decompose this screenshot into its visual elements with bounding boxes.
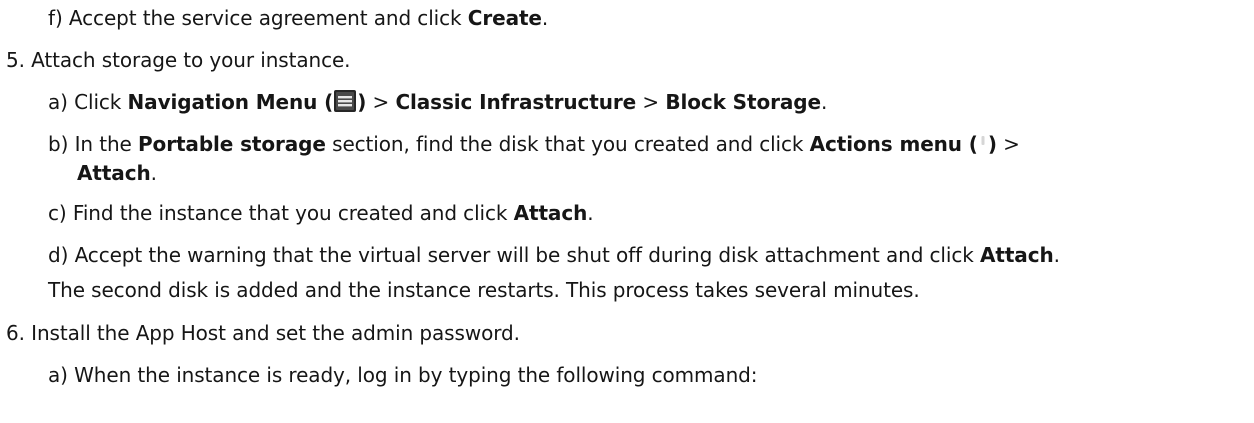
document-page: f) Accept the service agreement and clic… — [0, 0, 1254, 423]
step-text: section, find the disk that you created … — [325, 132, 810, 156]
ui-term-attach: Attach — [513, 201, 588, 225]
step-marker: a) — [48, 90, 68, 114]
step-5b: b) In the Portable storage section, find… — [48, 131, 1020, 157]
result-text: The second disk is added and the instanc… — [48, 278, 920, 302]
separator: > — [636, 90, 666, 114]
step-marker: 5. — [6, 48, 25, 72]
step-text: In the — [74, 132, 138, 156]
step-5-result: The second disk is added and the instanc… — [48, 277, 920, 303]
punctuation: . — [820, 90, 828, 114]
step-text: Click — [74, 90, 128, 114]
step-marker: 6. — [6, 321, 25, 345]
ui-term-actions-menu: Actions menu ( — [809, 132, 978, 156]
step-5c: c) Find the instance that you created an… — [48, 200, 594, 226]
step-text: Find the instance that you created and c… — [72, 201, 514, 225]
step-text: Accept the service agreement and click — [68, 6, 468, 30]
punctuation: . — [587, 201, 594, 225]
ui-term-portable-storage: Portable storage — [138, 132, 326, 156]
step-5b-continued: Attach. — [77, 160, 157, 186]
step-text: Install the App Host and set the admin p… — [31, 321, 520, 345]
separator: > — [996, 132, 1020, 156]
step-text: Attach storage to your instance. — [31, 48, 351, 72]
step-text: Accept the warning that the virtual serv… — [74, 243, 980, 267]
step-text: When the instance is ready, log in by ty… — [74, 363, 758, 387]
step-4f: f) Accept the service agreement and clic… — [48, 5, 548, 31]
ui-term-create: Create — [467, 6, 542, 30]
punctuation: . — [541, 6, 549, 30]
ui-term-block-storage: Block Storage — [665, 90, 821, 114]
ui-term-classic-infrastructure: Classic Infrastructure — [395, 90, 637, 114]
step-6a: a) When the instance is ready, log in by… — [48, 362, 758, 388]
separator: > — [366, 90, 396, 114]
step-marker: b) — [48, 132, 69, 156]
overflow-menu-vertical-icon — [981, 136, 985, 145]
step-5d: d) Accept the warning that the virtual s… — [48, 242, 1060, 268]
step-marker: d) — [48, 243, 69, 267]
punctuation: . — [150, 161, 157, 185]
step-marker: c) — [48, 201, 67, 225]
step-5: 5. Attach storage to your instance. — [6, 47, 351, 73]
step-marker: f) — [48, 6, 63, 30]
hamburger-menu-icon — [334, 90, 357, 112]
ui-term-navigation-menu: Navigation Menu ( — [127, 90, 334, 114]
punctuation: . — [1053, 243, 1060, 267]
step-marker: a) — [48, 363, 68, 387]
ui-term-navigation-menu-close: ) — [357, 90, 367, 114]
ui-term-actions-menu-close: ) — [987, 132, 997, 156]
ui-term-attach: Attach — [77, 161, 151, 185]
step-6: 6. Install the App Host and set the admi… — [6, 320, 520, 346]
ui-term-attach: Attach — [980, 243, 1054, 267]
step-5a: a) Click Navigation Menu () > Classic In… — [48, 89, 827, 115]
